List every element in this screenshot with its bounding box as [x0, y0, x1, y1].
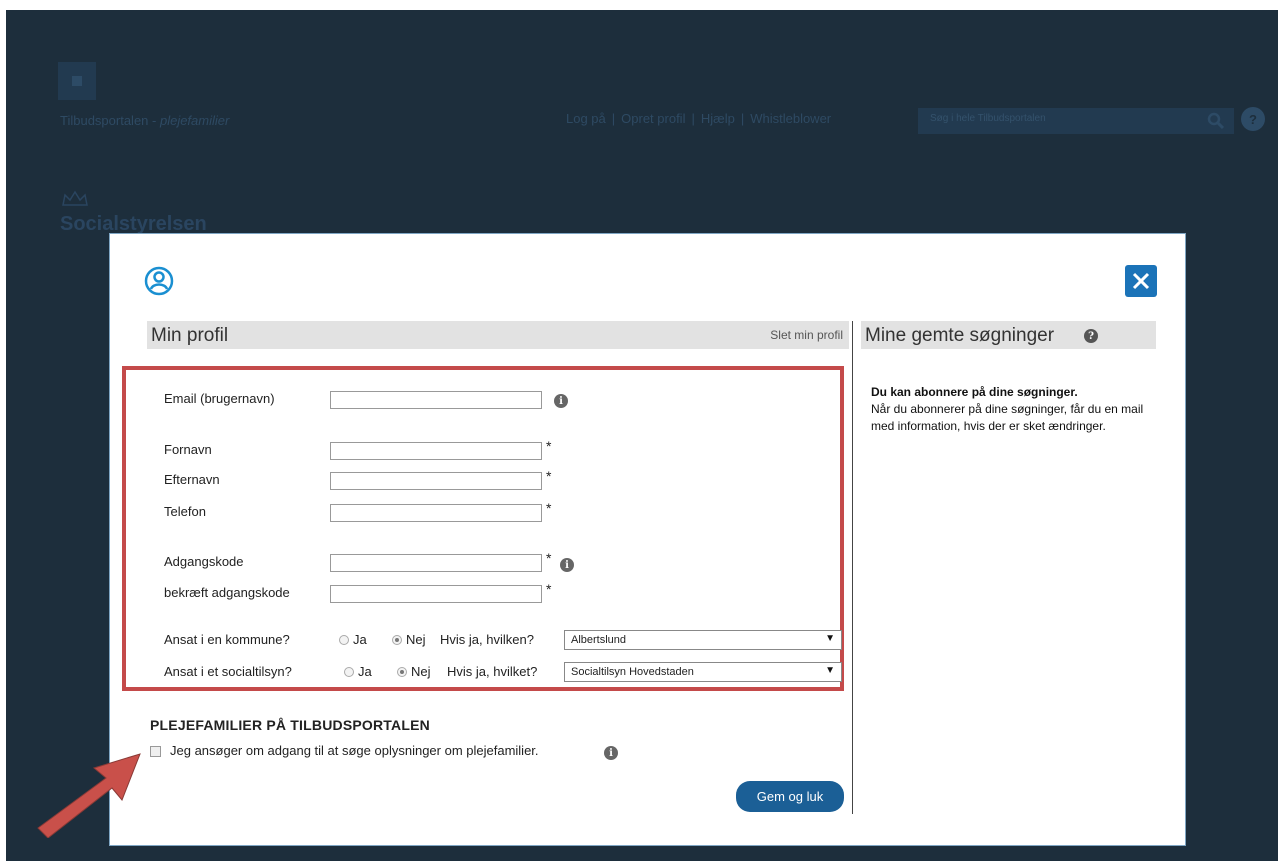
phone-field[interactable]	[330, 504, 542, 522]
top-nav: Log på | Opret profil | Hjælp | Whistleb…	[566, 111, 831, 126]
socialtilsyn-which-label: Hvis ja, hvilket?	[447, 664, 538, 679]
required-mark: *	[546, 581, 552, 597]
lastname-field[interactable]	[330, 472, 542, 490]
close-button[interactable]	[1125, 265, 1157, 297]
required-mark: *	[546, 550, 552, 566]
saved-searches-title: Mine gemte søgninger	[865, 325, 1055, 346]
kommune-no-radio[interactable]	[392, 635, 402, 645]
socialtilsyn-select[interactable]: Socialtilsyn Hovedstaden ▼	[564, 662, 842, 682]
dropdown-arrow-icon: ▼	[825, 633, 835, 644]
socialtilsyn-no-label: Nej	[411, 664, 431, 679]
plejefamilier-info-icon[interactable]: i	[604, 746, 618, 760]
profile-header: Min profil Slet min profil	[147, 321, 849, 349]
save-and-close-button[interactable]: Gem og luk	[736, 781, 844, 812]
required-mark: *	[546, 468, 552, 484]
kommune-select[interactable]: Albertslund ▼	[564, 630, 842, 650]
profile-form: Email (brugernavn) i Fornavn * Efternavn…	[122, 366, 844, 691]
crown-icon	[62, 190, 88, 206]
profile-modal: Min profil Slet min profil Email (bruger…	[109, 233, 1186, 846]
site-logo[interactable]	[58, 62, 96, 100]
plejefamilier-checkbox-label[interactable]: Jeg ansøger om adgang til at søge oplysn…	[170, 743, 539, 758]
annotation-arrow	[37, 753, 141, 838]
required-mark: *	[546, 500, 552, 516]
nav-separator: |	[691, 111, 695, 126]
password-label: Adgangskode	[164, 554, 244, 569]
subscribe-heading: Du kan abonnere på dine søgninger.	[871, 385, 1078, 399]
phone-label: Telefon	[164, 504, 206, 519]
firstname-field[interactable]	[330, 442, 542, 460]
delete-profile-link[interactable]: Slet min profil	[770, 328, 843, 342]
required-mark: *	[546, 438, 552, 454]
kommune-no-label: Nej	[406, 632, 426, 647]
nav-login[interactable]: Log på	[566, 111, 606, 126]
nav-create-profile[interactable]: Opret profil	[621, 111, 685, 126]
firstname-label: Fornavn	[164, 442, 212, 457]
socialtilsyn-select-value: Socialtilsyn Hovedstaden	[571, 666, 694, 678]
nav-whistleblower[interactable]: Whistleblower	[750, 111, 831, 126]
password-field[interactable]	[330, 554, 542, 572]
password-info-icon[interactable]: i	[560, 558, 574, 572]
subscribe-description: Når du abonnerer på dine søgninger, får …	[871, 402, 1144, 433]
kommune-select-value: Albertslund	[571, 634, 627, 646]
site-title[interactable]: Tilbudsportalen - plejefamilier	[60, 113, 229, 128]
lastname-label: Efternavn	[164, 472, 220, 487]
profile-section: Min profil Slet min profil Email (bruger…	[122, 321, 849, 691]
email-label: Email (brugernavn)	[164, 391, 275, 406]
saved-searches-header: Mine gemte søgninger ?	[861, 321, 1156, 349]
close-icon	[1132, 272, 1150, 290]
dropdown-arrow-icon: ▼	[825, 665, 835, 676]
profile-icon	[144, 266, 174, 296]
confirm-password-label: bekræft adgangskode	[164, 585, 290, 600]
saved-searches-help-icon[interactable]: ?	[1084, 329, 1098, 343]
kommune-label: Ansat i en kommune?	[164, 632, 290, 647]
search-icon[interactable]	[1206, 111, 1226, 131]
plejefamilier-checkbox[interactable]	[150, 746, 161, 757]
socialtilsyn-no-radio[interactable]	[397, 667, 407, 677]
socialtilsyn-yes-radio[interactable]	[344, 667, 354, 677]
kommune-yes-radio[interactable]	[339, 635, 349, 645]
socialtilsyn-label: Ansat i et socialtilsyn?	[164, 664, 292, 679]
site-title-emphasis: plejefamilier	[159, 113, 230, 128]
nav-separator: |	[611, 111, 616, 126]
socialtilsyn-yes-label: Ja	[358, 664, 372, 679]
site-title-text: Tilbudsportalen -	[60, 113, 160, 128]
nav-separator: |	[740, 111, 745, 126]
kommune-yes-label: Ja	[353, 632, 367, 647]
nav-help[interactable]: Hjælp	[701, 111, 735, 126]
email-field[interactable]	[330, 391, 542, 409]
confirm-password-field[interactable]	[330, 585, 542, 603]
plejefamilier-heading: PLEJEFAMILIER PÅ TILBUDSPORTALEN	[150, 717, 430, 733]
email-info-icon[interactable]: i	[554, 394, 568, 408]
kommune-which-label: Hvis ja, hvilken?	[440, 632, 534, 647]
column-divider	[852, 321, 853, 814]
search-input[interactable]: Søg i hele Tilbudsportalen	[918, 108, 1234, 134]
help-icon[interactable]: ?	[1241, 107, 1265, 131]
profile-title: Min profil	[151, 325, 229, 346]
saved-searches-section: Mine gemte søgninger ? Du kan abonnere p…	[861, 321, 1156, 433]
